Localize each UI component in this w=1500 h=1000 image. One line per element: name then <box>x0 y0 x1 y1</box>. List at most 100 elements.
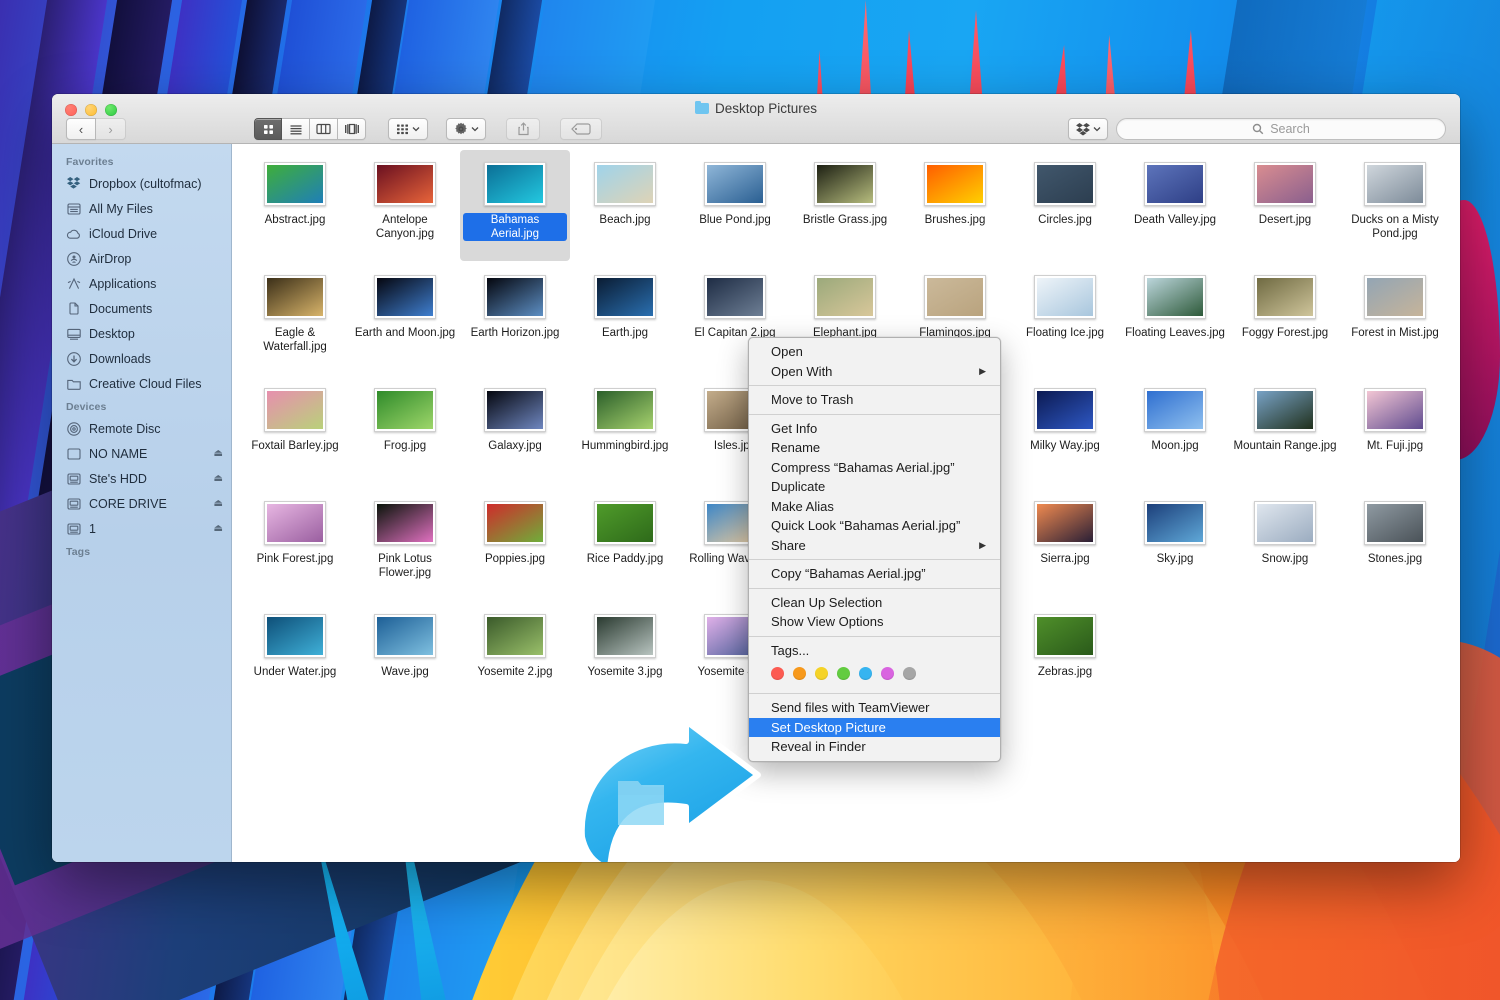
context-menu-item[interactable]: Compress “Bahamas Aerial.jpg” <box>749 458 1000 478</box>
tag-color-row[interactable] <box>749 660 1000 689</box>
file-thumbnail[interactable] <box>704 162 766 206</box>
file-item[interactable]: Bahamas Aerial.jpg <box>460 150 570 261</box>
nav-buttons[interactable]: ‹ › <box>66 118 126 140</box>
file-thumbnail[interactable] <box>1144 162 1206 206</box>
coverflow-view-button[interactable] <box>338 118 366 140</box>
file-thumbnail[interactable] <box>1034 388 1096 432</box>
file-grid-container[interactable]: Abstract.jpg Antelope Canyon.jpg Bahamas A… <box>232 144 1460 862</box>
icon-view-button[interactable] <box>254 118 282 140</box>
file-item[interactable]: Rice Paddy.jpg <box>570 489 680 600</box>
file-thumbnail[interactable] <box>1144 388 1206 432</box>
file-item[interactable]: Sierra.jpg <box>1010 489 1120 600</box>
column-view-button[interactable] <box>310 118 338 140</box>
file-thumbnail[interactable] <box>1034 614 1096 658</box>
file-item[interactable]: Ducks on a Misty Pond.jpg <box>1340 150 1450 261</box>
file-item[interactable]: Yosemite 2.jpg <box>460 602 570 713</box>
file-thumbnail[interactable] <box>1254 501 1316 545</box>
file-item[interactable]: Under Water.jpg <box>240 602 350 713</box>
sidebar-item-creative-cloud-files[interactable]: Creative Cloud Files <box>52 371 231 396</box>
file-thumbnail[interactable] <box>814 275 876 319</box>
file-item[interactable]: Poppies.jpg <box>460 489 570 600</box>
file-thumbnail[interactable] <box>1254 275 1316 319</box>
context-menu-item[interactable]: Show View Options <box>749 612 1000 632</box>
tag-color-dot-3[interactable] <box>837 667 850 680</box>
view-mode-segmented-control[interactable] <box>254 118 366 140</box>
file-thumbnail[interactable] <box>594 388 656 432</box>
context-menu-item[interactable]: Share ▶ <box>749 536 1000 556</box>
file-thumbnail[interactable] <box>1364 162 1426 206</box>
eject-icon[interactable]: ⏏ <box>214 448 223 459</box>
share-button[interactable] <box>506 118 540 140</box>
file-item[interactable]: Foxtail Barley.jpg <box>240 376 350 487</box>
action-gear-button[interactable] <box>446 118 486 140</box>
file-item[interactable]: Milky Way.jpg <box>1010 376 1120 487</box>
context-menu-item[interactable]: Rename <box>749 438 1000 458</box>
file-thumbnail[interactable] <box>594 614 656 658</box>
context-menu[interactable]: Open Open With ▶ Move to Trash Get Info Renam… <box>748 337 1001 762</box>
file-item[interactable]: Floating Leaves.jpg <box>1120 263 1230 374</box>
context-menu-item[interactable]: Make Alias <box>749 497 1000 517</box>
file-thumbnail[interactable] <box>1144 275 1206 319</box>
file-thumbnail[interactable] <box>924 162 986 206</box>
file-item[interactable]: Earth.jpg <box>570 263 680 374</box>
file-thumbnail[interactable] <box>1254 162 1316 206</box>
file-item[interactable]: Forest in Mist.jpg <box>1340 263 1450 374</box>
file-thumbnail[interactable] <box>594 501 656 545</box>
file-item[interactable]: Snow.jpg <box>1230 489 1340 600</box>
file-item[interactable]: Zebras.jpg <box>1010 602 1120 713</box>
file-item[interactable]: Mountain Range.jpg <box>1230 376 1340 487</box>
context-menu-item[interactable]: Move to Trash <box>749 390 1000 410</box>
file-thumbnail[interactable] <box>484 275 546 319</box>
file-thumbnail[interactable] <box>374 275 436 319</box>
file-item[interactable]: Frog.jpg <box>350 376 460 487</box>
tag-color-dot-4[interactable] <box>859 667 872 680</box>
eject-icon[interactable]: ⏏ <box>214 473 223 484</box>
tags-button[interactable] <box>560 118 602 140</box>
file-thumbnail[interactable] <box>374 388 436 432</box>
file-item[interactable]: Earth Horizon.jpg <box>460 263 570 374</box>
context-menu-item[interactable]: Send files with TeamViewer <box>749 698 1000 718</box>
file-thumbnail[interactable] <box>924 275 986 319</box>
file-thumbnail[interactable] <box>484 614 546 658</box>
tag-color-dot-2[interactable] <box>815 667 828 680</box>
file-thumbnail[interactable] <box>484 162 546 206</box>
context-menu-item[interactable]: Open With ▶ <box>749 362 1000 382</box>
file-thumbnail[interactable] <box>264 501 326 545</box>
file-thumbnail[interactable] <box>374 501 436 545</box>
sidebar-item-documents[interactable]: Documents <box>52 296 231 321</box>
sidebar-item-applications[interactable]: Applications <box>52 271 231 296</box>
eject-icon[interactable]: ⏏ <box>214 498 223 509</box>
file-item[interactable]: Sky.jpg <box>1120 489 1230 600</box>
sidebar-item-dropbox-cultofmac[interactable]: Dropbox (cultofmac) <box>52 171 231 196</box>
file-item[interactable]: Abstract.jpg <box>240 150 350 261</box>
finder-toolbar[interactable]: ‹ › Search <box>52 114 1460 144</box>
file-thumbnail[interactable] <box>374 162 436 206</box>
context-menu-item[interactable]: Duplicate <box>749 477 1000 497</box>
sidebar-item-core-drive[interactable]: CORE DRIVE ⏏ <box>52 491 231 516</box>
file-thumbnail[interactable] <box>594 162 656 206</box>
tag-color-dot-6[interactable] <box>903 667 916 680</box>
file-item[interactable]: Circles.jpg <box>1010 150 1120 261</box>
file-thumbnail[interactable] <box>1364 501 1426 545</box>
context-menu-item[interactable]: Copy “Bahamas Aerial.jpg” <box>749 564 1000 584</box>
file-thumbnail[interactable] <box>264 275 326 319</box>
finder-window[interactable]: Desktop Pictures ‹ › Search Favorites Dr… <box>52 94 1460 862</box>
back-button[interactable]: ‹ <box>66 118 96 140</box>
sidebar-item-icloud-drive[interactable]: iCloud Drive <box>52 221 231 246</box>
finder-sidebar[interactable]: Favorites Dropbox (cultofmac) All My Files… <box>52 144 232 862</box>
tag-color-dot-5[interactable] <box>881 667 894 680</box>
file-thumbnail[interactable] <box>1034 501 1096 545</box>
file-item[interactable]: Mt. Fuji.jpg <box>1340 376 1450 487</box>
context-menu-item[interactable]: Open <box>749 342 1000 362</box>
sidebar-item-desktop[interactable]: Desktop <box>52 321 231 346</box>
search-input[interactable]: Search <box>1116 118 1446 140</box>
sidebar-item-no-name[interactable]: NO NAME ⏏ <box>52 441 231 466</box>
eject-icon[interactable]: ⏏ <box>214 523 223 534</box>
file-thumbnail[interactable] <box>1144 501 1206 545</box>
file-thumbnail[interactable] <box>594 275 656 319</box>
file-item[interactable]: Eagle & Waterfall.jpg <box>240 263 350 374</box>
forward-button[interactable]: › <box>96 118 126 140</box>
window-titlebar[interactable]: Desktop Pictures ‹ › Search <box>52 94 1460 144</box>
file-item[interactable]: Pink Forest.jpg <box>240 489 350 600</box>
context-menu-item[interactable]: Get Info <box>749 419 1000 439</box>
